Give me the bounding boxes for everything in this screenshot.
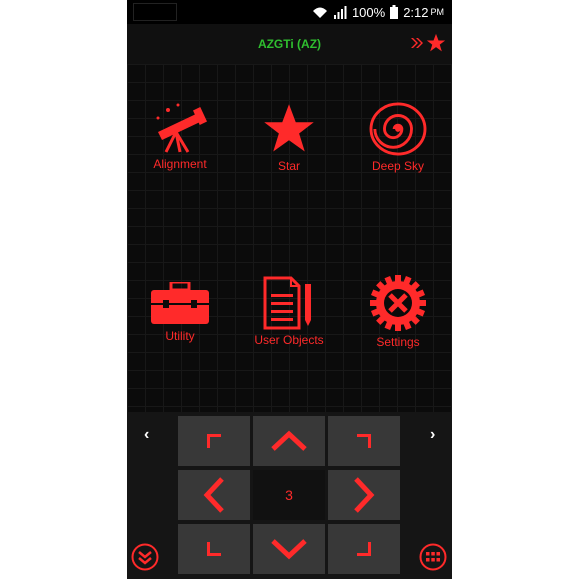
menu-label-utility: Utility <box>165 329 195 343</box>
app-bar: AZGTi (AZ) <box>127 24 452 64</box>
app-bar-actions <box>410 33 446 53</box>
slew-up-right-button[interactable] <box>328 416 400 466</box>
keypad-grid-icon[interactable] <box>419 543 447 571</box>
corner-down-left-icon <box>207 542 221 556</box>
corner-up-right-icon <box>357 434 371 448</box>
menu-item-deep-sky[interactable]: Deep Sky <box>348 102 448 173</box>
telescope-icon <box>156 103 208 153</box>
menu-item-user-objects[interactable]: User Objects <box>239 276 339 347</box>
clock-time: 2:12 <box>403 4 429 20</box>
slew-up-button[interactable] <box>253 416 325 466</box>
slew-left-button[interactable] <box>178 470 250 520</box>
mount-title: AZGTi (AZ) <box>257 37 322 51</box>
status-bar: 100% 2:12 PM <box>127 0 452 24</box>
menu-item-settings[interactable]: Settings <box>348 274 448 349</box>
status-placeholder <box>133 3 177 21</box>
menu-item-utility[interactable]: Utility <box>130 282 230 343</box>
battery-percent: 100% <box>351 4 386 20</box>
wifi-icon <box>312 7 327 18</box>
menu-label-star: Star <box>277 159 300 173</box>
menu-label-user-objects: User Objects <box>254 333 324 347</box>
app-screen: 100% 2:12 PM AZGTi (AZ) Alignment Star D… <box>127 0 452 579</box>
star-icon <box>264 104 314 152</box>
clock-ampm: PM <box>430 7 445 17</box>
menu-label-settings: Settings <box>376 335 420 349</box>
chevron-up-icon <box>271 430 307 451</box>
slew-down-button[interactable] <box>253 524 325 574</box>
menu-label-deep-sky: Deep Sky <box>371 159 425 173</box>
menu-label-alignment: Alignment <box>153 157 207 171</box>
slew-down-left-button[interactable] <box>178 524 250 574</box>
corner-up-left-icon <box>207 434 221 448</box>
slew-up-left-button[interactable] <box>178 416 250 466</box>
next-page-button[interactable]: › <box>430 426 435 444</box>
battery-icon <box>390 5 399 19</box>
slew-rate-display[interactable]: 3 <box>253 470 325 520</box>
corner-down-right-icon <box>357 542 371 556</box>
slew-down-right-button[interactable] <box>328 524 400 574</box>
status-icons: 100% 2:12 PM <box>312 3 444 21</box>
menu-item-star[interactable]: Star <box>239 102 339 173</box>
slew-right-button[interactable] <box>328 470 400 520</box>
collapse-pad-icon[interactable] <box>131 543 159 571</box>
chevron-left-icon <box>203 477 224 513</box>
prev-page-button[interactable]: ‹ <box>144 426 149 444</box>
galaxy-icon <box>369 102 427 156</box>
signal-icon <box>333 5 347 19</box>
chevron-right-icon <box>354 477 375 513</box>
toolbox-icon <box>151 282 209 324</box>
star-favorite-icon[interactable] <box>426 33 446 53</box>
main-menu-grid: Alignment Star Deep Sky Utility User Obj… <box>127 64 452 412</box>
double-chevron-right-icon[interactable] <box>410 36 424 50</box>
direction-pad: ‹ › 3 <box>127 412 452 579</box>
document-list-icon <box>263 276 311 330</box>
chevron-down-icon <box>271 539 307 560</box>
gear-icon <box>370 275 426 331</box>
menu-item-alignment[interactable]: Alignment <box>130 102 230 171</box>
